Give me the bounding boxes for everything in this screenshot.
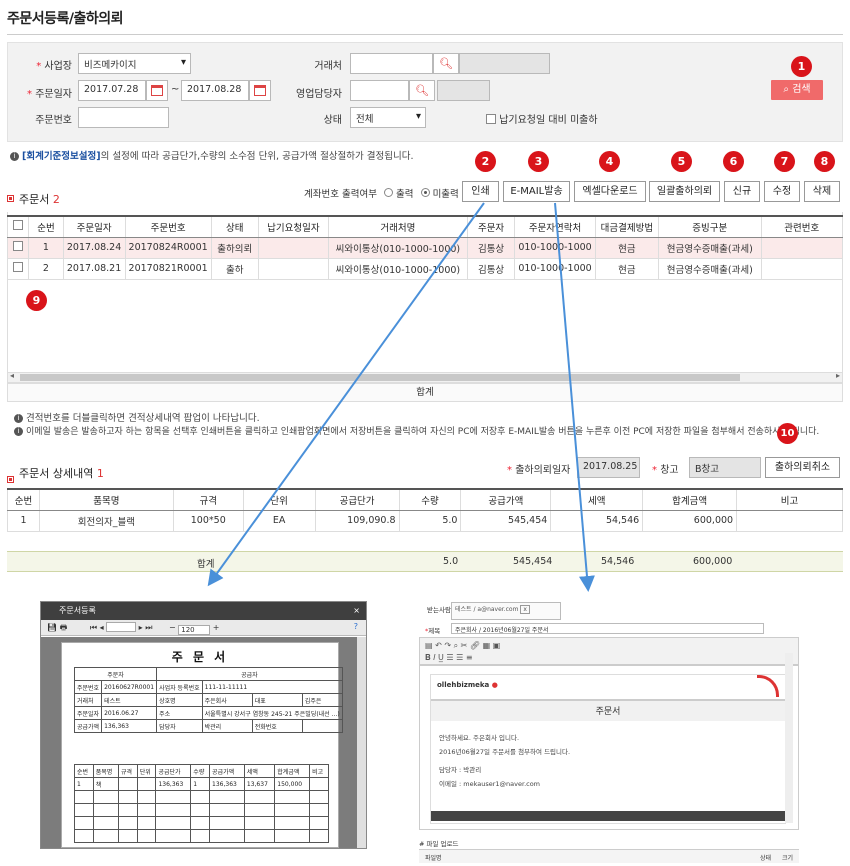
step-badge: 1 xyxy=(791,56,812,77)
step-badge: 10 xyxy=(777,423,798,444)
step-badge: 9 xyxy=(26,290,47,311)
arrow-to-email-popup xyxy=(554,202,595,592)
step-badge: 5 xyxy=(671,151,692,172)
step-badge: 2 xyxy=(475,151,496,172)
arrow-to-print-popup xyxy=(207,202,485,587)
step-badge: 6 xyxy=(723,151,744,172)
step-badge: 7 xyxy=(774,151,795,172)
step-badge: 8 xyxy=(814,151,835,172)
annotation-arrows xyxy=(207,202,595,592)
step-badge: 3 xyxy=(528,151,549,172)
step-badge: 4 xyxy=(599,151,620,172)
